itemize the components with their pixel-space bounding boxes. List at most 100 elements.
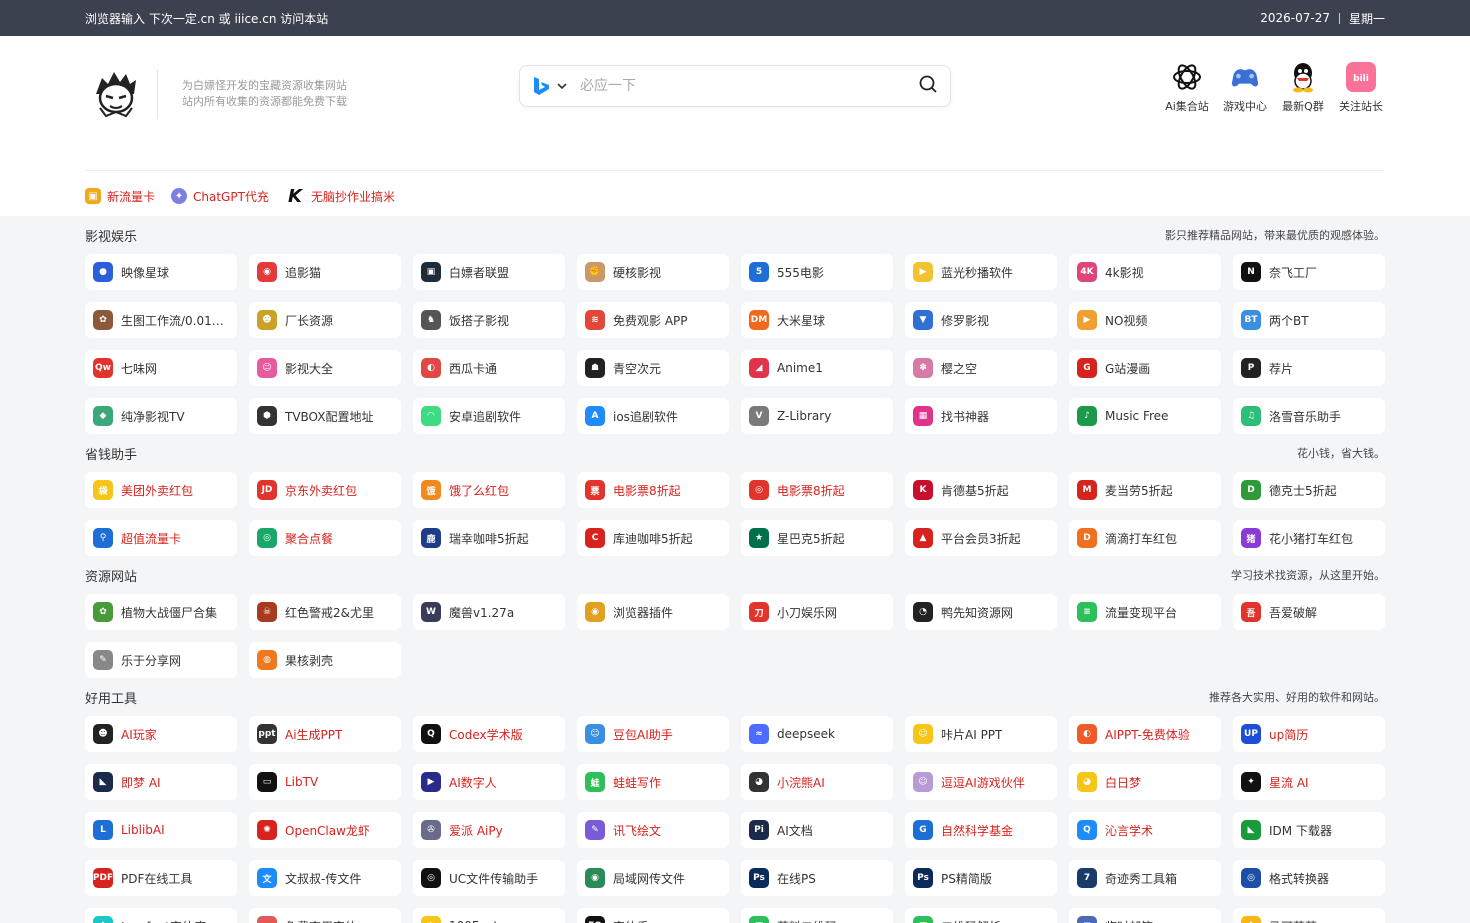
link-card[interactable]: ◔ 鸭先知资源网 xyxy=(905,594,1057,630)
link-card[interactable]: ☻ 厂长资源 xyxy=(249,302,401,338)
link-card[interactable]: ✽ 樱之空 xyxy=(905,350,1057,386)
quick-link-qq-group[interactable]: 最新Q群 xyxy=(1279,60,1327,114)
link-card[interactable]: ▣ 白嫖者联盟 xyxy=(413,254,565,290)
quick-link-follow-owner[interactable]: bili 关注站长 xyxy=(1337,60,1385,114)
promo-link-chatgpt[interactable]: ✦ ChatGPT代充 xyxy=(171,188,269,205)
link-card[interactable]: 鹿瑞幸咖啡5折起 xyxy=(413,520,565,556)
link-card[interactable]: ☺ 咔片AI PPT xyxy=(905,716,1057,752)
link-card[interactable]: Ps 在线PS xyxy=(741,860,893,896)
link-card[interactable]: Q Codex学术版 xyxy=(413,716,565,752)
link-card[interactable]: ◕ 小浣熊AI xyxy=(741,764,893,800)
link-card[interactable]: ◎ 聚合点餐 xyxy=(249,520,401,556)
link-card[interactable]: ◣ IDM 下载器 xyxy=(1233,812,1385,848)
link-card[interactable]: ◆ 纯净影视TV xyxy=(85,398,237,434)
link-card[interactable]: ✉ 临时邮箱 xyxy=(1069,908,1221,923)
link-card[interactable]: 文文叔叔-传文件 xyxy=(249,860,401,896)
link-card[interactable]: ◣ 即梦 AI xyxy=(85,764,237,800)
link-card[interactable]: N 奈飞工厂 xyxy=(1233,254,1385,290)
link-card[interactable]: ✿ 马可菠萝 xyxy=(1233,908,1385,923)
site-logo[interactable] xyxy=(85,63,147,125)
link-card[interactable]: ◉ 浏览器插件 xyxy=(577,594,729,630)
link-card[interactable]: ≋ 免费观影 APP xyxy=(577,302,729,338)
link-card[interactable]: ✿ Iconfont字体库 xyxy=(85,908,237,923)
search-button[interactable] xyxy=(918,74,938,98)
link-card[interactable]: ≈ deepseek xyxy=(741,716,893,752)
link-card[interactable]: ✎ 乐于分享网 xyxy=(85,642,237,678)
link-card[interactable]: FO 字体秀 xyxy=(577,908,729,923)
link-card[interactable]: ◕ 白日梦 xyxy=(1069,764,1221,800)
link-card[interactable]: ◠ 安卓追剧软件 xyxy=(413,398,565,434)
quick-link-game-center[interactable]: 游戏中心 xyxy=(1221,60,1269,114)
link-card[interactable]: 字 100Font xyxy=(413,908,565,923)
link-card[interactable]: ✊ 硬核影视 xyxy=(577,254,729,290)
link-card[interactable]: V Z-Library xyxy=(741,398,893,434)
link-card[interactable]: G G站漫画 xyxy=(1069,350,1221,386)
link-card[interactable]: G 自然科学基金 xyxy=(905,812,1057,848)
link-card[interactable]: 5 555电影 xyxy=(741,254,893,290)
link-card[interactable]: Q 沁言学术 xyxy=(1069,812,1221,848)
link-card[interactable]: ☠ 红色警戒2&尤里 xyxy=(249,594,401,630)
search-input[interactable] xyxy=(580,78,918,94)
link-card[interactable]: PDF PDF在线工具 xyxy=(85,860,237,896)
link-card[interactable]: ⬢ TVBOX配置地址 xyxy=(249,398,401,434)
link-card[interactable]: ▦ 找书神器 xyxy=(905,398,1057,434)
link-card[interactable]: ◢ Anime1 xyxy=(741,350,893,386)
link-card[interactable]: UP up简历 xyxy=(1233,716,1385,752)
link-card[interactable]: 猪花小猪打车红包 xyxy=(1233,520,1385,556)
link-card[interactable]: ♪ Music Free xyxy=(1069,398,1221,434)
search-engine-selector[interactable] xyxy=(532,76,568,96)
link-card[interactable]: D 德克士5折起 xyxy=(1233,472,1385,508)
link-card[interactable]: D 滴滴打车红包 xyxy=(1069,520,1221,556)
link-card[interactable]: Qw 七味网 xyxy=(85,350,237,386)
link-card[interactable]: BT 两个BT xyxy=(1233,302,1385,338)
link-card[interactable]: ◍ 果核剥壳 xyxy=(249,642,401,678)
link-card[interactable]: 4K 4k影视 xyxy=(1069,254,1221,290)
link-card[interactable]: Ps PS精简版 xyxy=(905,860,1057,896)
link-card[interactable]: ☺ 逗逗AI游戏伙伴 xyxy=(905,764,1057,800)
link-card[interactable]: ◐ 西瓜卡通 xyxy=(413,350,565,386)
link-card[interactable]: ☺ 影视大全 xyxy=(249,350,401,386)
link-card[interactable]: ✎ 讯飞绘文 xyxy=(577,812,729,848)
link-card[interactable]: C 库迪咖啡5折起 xyxy=(577,520,729,556)
link-card[interactable]: ▲ 平台会员3折起 xyxy=(905,520,1057,556)
link-card[interactable]: ◉ 局域网传文件 xyxy=(577,860,729,896)
link-card[interactable]: 刀小刀娱乐网 xyxy=(741,594,893,630)
link-card[interactable]: ◎ UC文件传输助手 xyxy=(413,860,565,896)
link-card[interactable]: Aios追剧软件 xyxy=(577,398,729,434)
link-card[interactable]: 袋美团外卖红包 xyxy=(85,472,237,508)
link-card[interactable]: ● 映像星球 xyxy=(85,254,237,290)
link-card[interactable]: ≡ 流量变现平台 xyxy=(1069,594,1221,630)
link-card[interactable]: ♫ 洛雪音乐助手 xyxy=(1233,398,1385,434)
link-card[interactable]: ☺ 豆包AI助手 xyxy=(577,716,729,752)
link-card[interactable]: ▦ 草料二维码 xyxy=(741,908,893,923)
link-card[interactable]: ◉ 追影猫 xyxy=(249,254,401,290)
link-card[interactable]: M 麦当劳5折起 xyxy=(1069,472,1221,508)
link-card[interactable]: DM 大米星球 xyxy=(741,302,893,338)
link-card[interactable]: m 免费商用字体 xyxy=(249,908,401,923)
link-card[interactable]: ▼ 修罗影视 xyxy=(905,302,1057,338)
link-card[interactable]: 蛙蛙蛙写作 xyxy=(577,764,729,800)
link-card[interactable]: ▦ 二维码解析 xyxy=(905,908,1057,923)
link-card[interactable]: ⚲ 超值流量卡 xyxy=(85,520,237,556)
link-card[interactable]: Pi AI文档 xyxy=(741,812,893,848)
link-card[interactable]: ✿ 生图工作流/0.01元一张 xyxy=(85,302,237,338)
link-card[interactable]: 吾吾爱破解 xyxy=(1233,594,1385,630)
link-card[interactable]: ◎ 格式转换器 xyxy=(1233,860,1385,896)
link-card[interactable]: ▭ LibTV xyxy=(249,764,401,800)
link-card[interactable]: ▶ 蓝光秒播软件 xyxy=(905,254,1057,290)
link-card[interactable]: P 荐片 xyxy=(1233,350,1385,386)
link-card[interactable]: ✿ 植物大战僵尸合集 xyxy=(85,594,237,630)
link-card[interactable]: L LiblibAI xyxy=(85,812,237,848)
link-card[interactable]: 票电影票8折起 xyxy=(577,472,729,508)
link-card[interactable]: ▶ NO视频 xyxy=(1069,302,1221,338)
link-card[interactable]: ◐ AIPPT-免费体验 xyxy=(1069,716,1221,752)
link-card[interactable]: ♞ 饭搭子影视 xyxy=(413,302,565,338)
link-card[interactable]: ✦ 星流 AI xyxy=(1233,764,1385,800)
link-card[interactable]: K 肯德基5折起 xyxy=(905,472,1057,508)
link-card[interactable]: 饿饿了么红包 xyxy=(413,472,565,508)
link-card[interactable]: ☻ AI玩家 xyxy=(85,716,237,752)
link-card[interactable]: W 魔兽v1.27a xyxy=(413,594,565,630)
link-card[interactable]: ✺ OpenClaw龙虾 xyxy=(249,812,401,848)
link-card[interactable]: ppt Ai生成PPT xyxy=(249,716,401,752)
link-card[interactable]: ◎ 电影票8折起 xyxy=(741,472,893,508)
